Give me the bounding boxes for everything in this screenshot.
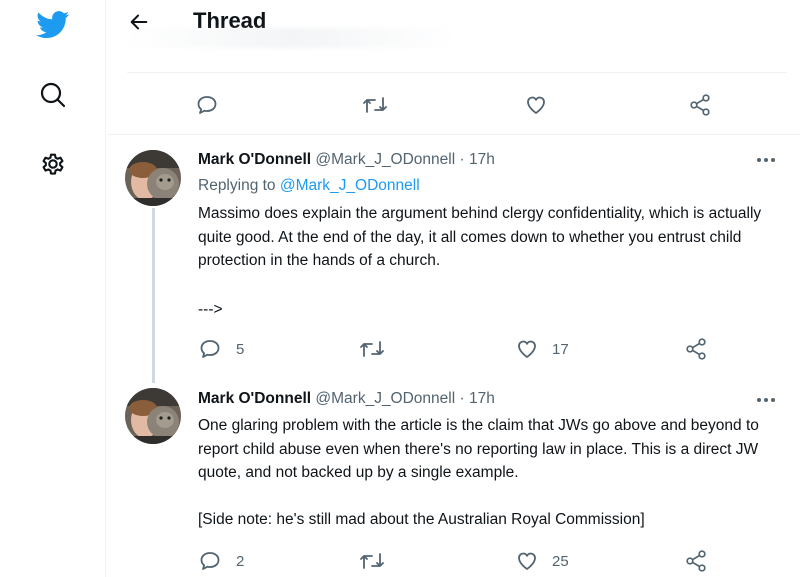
reply-icon (198, 337, 222, 361)
replying-to: Replying to @Mark_J_ODonnell (198, 177, 420, 195)
search-icon[interactable] (33, 75, 73, 115)
timestamp[interactable]: 17h (469, 390, 495, 407)
more-options-icon[interactable] (754, 392, 778, 408)
reply-count: 2 (236, 552, 245, 570)
thread-connector-line (152, 208, 155, 383)
share-icon (683, 337, 709, 361)
like-button[interactable]: 17 (514, 337, 569, 361)
author-handle[interactable]: @Mark_J_ODonnell (315, 390, 455, 407)
retweet-icon[interactable] (361, 93, 389, 117)
tweet-paragraph: [Side note: he's still mad about the Aus… (198, 510, 645, 528)
retweet-button[interactable] (358, 337, 386, 361)
heart-icon (514, 337, 540, 361)
reply-icon[interactable] (195, 93, 219, 117)
twitter-bird-icon[interactable] (33, 5, 73, 45)
left-navigation (0, 0, 106, 577)
faded-previous-content (127, 28, 457, 48)
like-button[interactable]: 25 (514, 549, 569, 573)
reply-button[interactable]: 2 (198, 549, 244, 573)
tweet-header: Mark O'Donnell @Mark_J_ODonnell · 17h (198, 390, 495, 408)
avatar[interactable] (125, 150, 181, 206)
tweet-paragraph: ---> (198, 300, 223, 318)
heart-icon[interactable] (523, 93, 549, 117)
tweet-header: Mark O'Donnell @Mark_J_ODonnell · 17h (198, 151, 495, 169)
replying-to-link[interactable]: @Mark_J_ODonnell (280, 177, 420, 194)
like-count: 25 (552, 552, 569, 570)
tweet-text: One glaring problem with the article is … (198, 414, 788, 531)
tweet-paragraph: Massimo does explain the argument behind… (198, 205, 762, 269)
more-options-icon[interactable] (754, 152, 778, 168)
separator-dot: · (459, 151, 465, 168)
retweet-icon (358, 549, 386, 573)
author-name[interactable]: Mark O'Donnell (198, 390, 311, 407)
avatar[interactable] (125, 388, 181, 444)
heart-icon (514, 549, 540, 573)
tweet-paragraph: One glaring problem with the article is … (198, 417, 759, 481)
thread-column: Thread Mark O'Donnell @Mark_J_ODonnell ·… (107, 0, 800, 577)
reply-count: 5 (236, 340, 245, 358)
reply-icon (198, 549, 222, 573)
share-icon[interactable] (687, 93, 713, 117)
share-button[interactable] (683, 337, 709, 361)
retweet-button[interactable] (358, 549, 386, 573)
author-name[interactable]: Mark O'Donnell (198, 151, 311, 168)
timestamp[interactable]: 17h (469, 151, 495, 168)
like-count: 17 (552, 340, 569, 358)
separator-dot: · (459, 390, 465, 407)
share-button[interactable] (683, 549, 709, 573)
retweet-icon (358, 337, 386, 361)
replying-to-label: Replying to (198, 177, 276, 194)
gear-icon[interactable] (33, 144, 73, 184)
divider (107, 134, 800, 135)
reply-button[interactable]: 5 (198, 337, 244, 361)
share-icon (683, 549, 709, 573)
tweet-text: Massimo does explain the argument behind… (198, 202, 788, 321)
author-handle[interactable]: @Mark_J_ODonnell (315, 151, 455, 168)
previous-tweet-actions (127, 72, 787, 134)
